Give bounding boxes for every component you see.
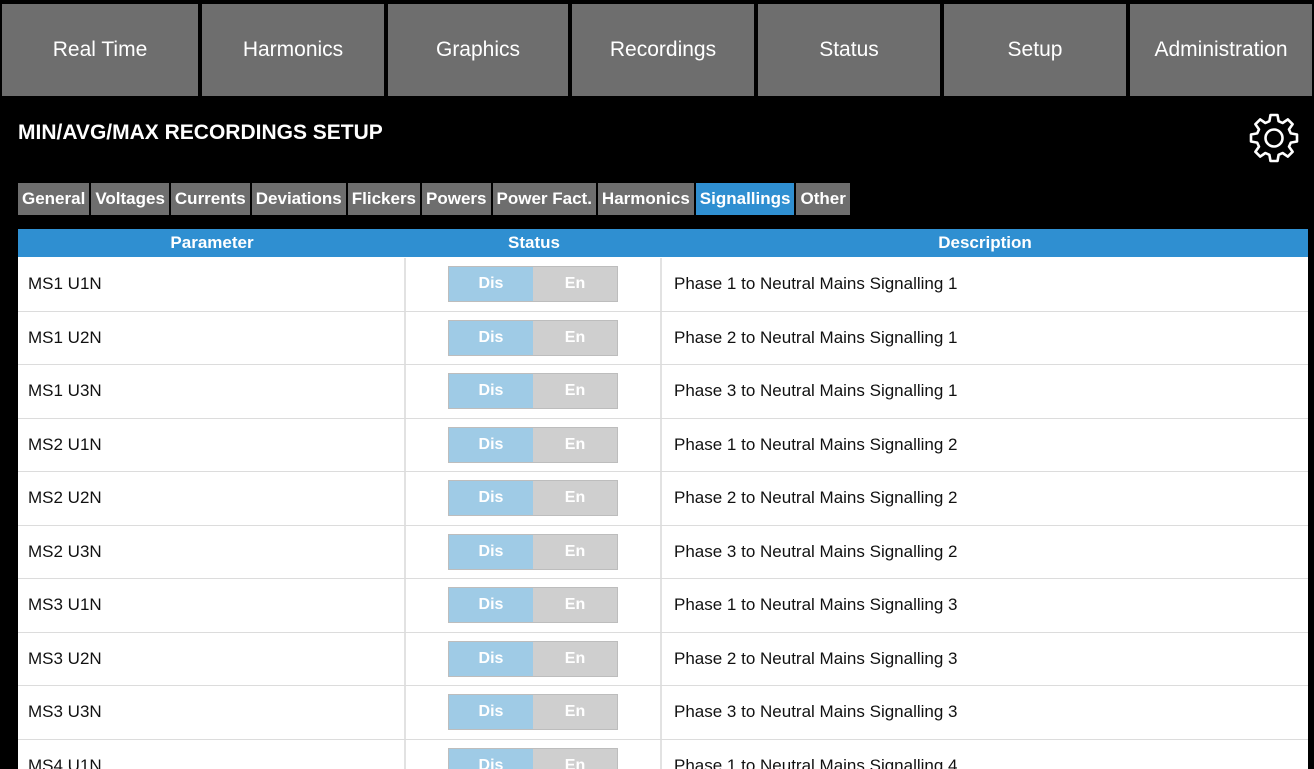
toggle-enable-option[interactable]: En xyxy=(533,695,617,730)
status-cell: Dis En xyxy=(406,579,662,632)
status-toggle[interactable]: Dis En xyxy=(448,747,618,769)
table-header: Parameter Status Description xyxy=(18,229,1308,258)
toggle-enable-option[interactable]: En xyxy=(533,588,617,623)
parameter-cell: MS1 U1N xyxy=(18,258,406,311)
subtab-voltages[interactable]: Voltages xyxy=(91,183,169,215)
status-toggle[interactable]: Dis En xyxy=(448,587,618,624)
toggle-enable-option[interactable]: En xyxy=(533,481,617,516)
description-cell: Phase 3 to Neutral Mains Signalling 1 xyxy=(674,381,958,401)
nav-tab-real-time[interactable]: Real Time xyxy=(0,4,200,96)
nav-tab-harmonics[interactable]: Harmonics xyxy=(200,4,386,96)
toggle-enable-option[interactable]: En xyxy=(533,267,617,302)
description-cell: Phase 3 to Neutral Mains Signalling 2 xyxy=(674,541,958,561)
toggle-disable-option[interactable]: Dis xyxy=(449,534,533,569)
description-cell: Phase 2 to Neutral Mains Signalling 1 xyxy=(674,327,958,347)
table-row: MS3 U3N Dis En Phase 3 to Neutral Mains … xyxy=(18,686,1308,740)
status-toggle[interactable]: Dis En xyxy=(448,533,618,570)
toggle-disable-option[interactable]: Dis xyxy=(449,695,533,730)
signallings-table: Parameter Status Description MS1 U1N Dis… xyxy=(18,229,1308,769)
parameter-cell: MS3 U3N xyxy=(18,686,406,739)
description-cell: Phase 2 to Neutral Mains Signalling 2 xyxy=(674,488,958,508)
status-cell: Dis En xyxy=(406,311,662,364)
table-row: MS2 U3N Dis En Phase 3 to Neutral Mains … xyxy=(18,525,1308,579)
table-row: MS2 U1N Dis En Phase 1 to Neutral Mains … xyxy=(18,418,1308,472)
title-bar: MIN/AVG/MAX RECORDINGS SETUP xyxy=(0,96,1314,176)
status-cell: Dis En xyxy=(406,258,662,311)
description-cell: Phase 1 to Neutral Mains Signalling 2 xyxy=(674,434,958,454)
parameter-cell: MS4 U1N xyxy=(18,739,406,769)
table-row: MS1 U3N Dis En Phase 3 to Neutral Mains … xyxy=(18,365,1308,419)
column-header-status: Status xyxy=(508,233,560,252)
status-cell: Dis En xyxy=(406,686,662,739)
subtab-harmonics[interactable]: Harmonics xyxy=(597,183,694,215)
nav-tab-graphics[interactable]: Graphics xyxy=(386,4,570,96)
table-row: MS1 U2N Dis En Phase 2 to Neutral Mains … xyxy=(18,311,1308,365)
description-cell: Phase 3 to Neutral Mains Signalling 3 xyxy=(674,702,958,722)
toggle-disable-option[interactable]: Dis xyxy=(449,374,533,409)
toggle-disable-option[interactable]: Dis xyxy=(449,427,533,462)
status-cell: Dis En xyxy=(406,739,662,769)
subtab-powers[interactable]: Powers xyxy=(422,183,491,215)
top-navigation: Real Time Harmonics Graphics Recordings … xyxy=(0,0,1314,96)
subtab-general[interactable]: General xyxy=(18,183,90,215)
table-row: MS3 U1N Dis En Phase 1 to Neutral Mains … xyxy=(18,579,1308,633)
table-row: MS2 U2N Dis En Phase 2 to Neutral Mains … xyxy=(18,472,1308,526)
status-toggle[interactable]: Dis En xyxy=(448,319,618,356)
subtab-deviations[interactable]: Deviations xyxy=(251,183,346,215)
parameter-cell: MS3 U1N xyxy=(18,579,406,632)
table-row: MS1 U1N Dis En Phase 1 to Neutral Mains … xyxy=(18,258,1308,312)
nav-tab-recordings[interactable]: Recordings xyxy=(570,4,756,96)
status-cell: Dis En xyxy=(406,525,662,578)
parameter-cell: MS1 U3N xyxy=(18,365,406,418)
description-cell: Phase 1 to Neutral Mains Signalling 3 xyxy=(674,595,958,615)
toggle-enable-option[interactable]: En xyxy=(533,320,617,355)
status-cell: Dis En xyxy=(406,418,662,471)
subtab-power-fact[interactable]: Power Fact. xyxy=(492,183,596,215)
toggle-disable-option[interactable]: Dis xyxy=(449,748,533,769)
description-cell: Phase 1 to Neutral Mains Signalling 1 xyxy=(674,274,958,294)
description-cell: Phase 1 to Neutral Mains Signalling 4 xyxy=(674,755,958,769)
column-header-description: Description xyxy=(938,233,1032,252)
status-toggle[interactable]: Dis En xyxy=(448,694,618,731)
toggle-enable-option[interactable]: En xyxy=(533,427,617,462)
parameter-cell: MS1 U2N xyxy=(18,311,406,364)
parameter-cell: MS2 U3N xyxy=(18,525,406,578)
description-cell: Phase 2 to Neutral Mains Signalling 3 xyxy=(674,648,958,668)
status-cell: Dis En xyxy=(406,472,662,525)
toggle-enable-option[interactable]: En xyxy=(533,374,617,409)
status-toggle[interactable]: Dis En xyxy=(448,426,618,463)
status-toggle[interactable]: Dis En xyxy=(448,640,618,677)
subtab-other[interactable]: Other xyxy=(796,183,850,215)
toggle-disable-option[interactable]: Dis xyxy=(449,267,533,302)
toggle-enable-option[interactable]: En xyxy=(533,748,617,769)
nav-tab-administration[interactable]: Administration xyxy=(1128,4,1314,96)
toggle-enable-option[interactable]: En xyxy=(533,534,617,569)
table-row: MS4 U1N Dis En Phase 1 to Neutral Mains … xyxy=(18,739,1308,769)
status-toggle[interactable]: Dis En xyxy=(448,266,618,303)
status-cell: Dis En xyxy=(406,365,662,418)
subtab-flickers[interactable]: Flickers xyxy=(347,183,421,215)
table-row: MS3 U2N Dis En Phase 2 to Neutral Mains … xyxy=(18,632,1308,686)
column-header-parameter: Parameter xyxy=(170,233,254,252)
status-toggle[interactable]: Dis En xyxy=(448,480,618,517)
toggle-disable-option[interactable]: Dis xyxy=(449,588,533,623)
status-toggle[interactable]: Dis En xyxy=(448,373,618,410)
page-title: MIN/AVG/MAX RECORDINGS SETUP xyxy=(18,121,383,144)
nav-tab-status[interactable]: Status xyxy=(756,4,942,96)
nav-tab-setup[interactable]: Setup xyxy=(942,4,1128,96)
toggle-disable-option[interactable]: Dis xyxy=(449,641,533,676)
parameter-cell: MS3 U2N xyxy=(18,632,406,685)
toggle-disable-option[interactable]: Dis xyxy=(449,320,533,355)
subtab-currents[interactable]: Currents xyxy=(170,183,250,215)
toggle-enable-option[interactable]: En xyxy=(533,641,617,676)
parameter-cell: MS2 U1N xyxy=(18,418,406,471)
parameter-cell: MS2 U2N xyxy=(18,472,406,525)
status-cell: Dis En xyxy=(406,632,662,685)
subtab-signallings[interactable]: Signallings xyxy=(695,183,795,215)
gear-icon[interactable] xyxy=(1248,111,1300,163)
section-tabs: General Voltages Currents Deviations Fli… xyxy=(18,183,850,215)
toggle-disable-option[interactable]: Dis xyxy=(449,481,533,516)
